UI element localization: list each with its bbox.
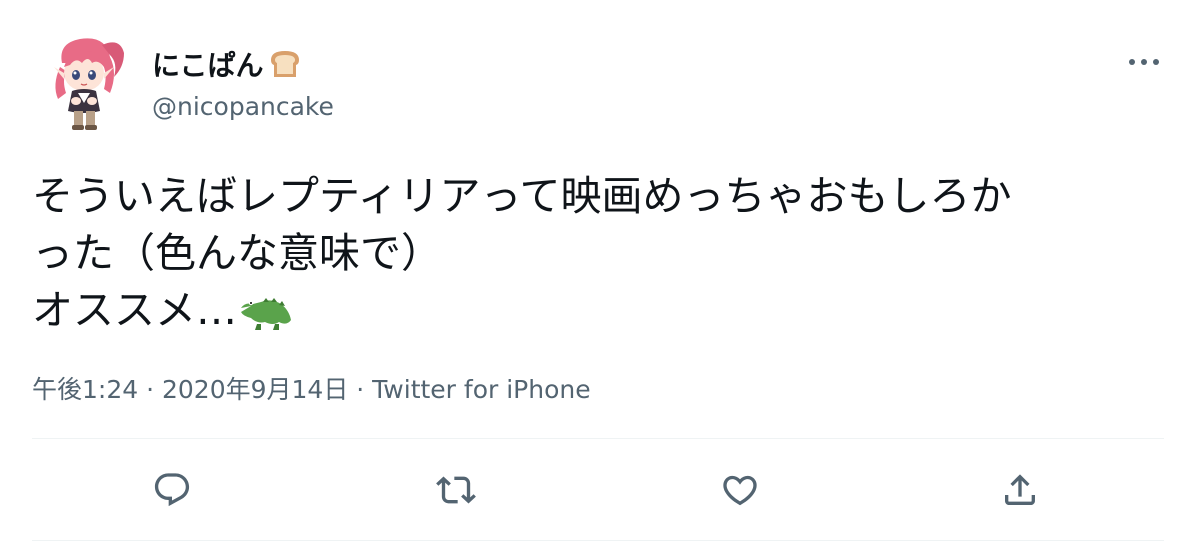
share-icon [1005,474,1035,505]
tweet-text-line: オススメ… [32,286,237,334]
display-name: にこぱん [152,49,264,82]
tweet-date[interactable]: 2020年9月14日 [162,375,348,404]
display-name-link[interactable]: にこぱん [152,44,334,84]
tweet-text-line: った（色んな意味で） [32,229,442,277]
divider [32,540,1164,541]
share-button[interactable] [998,468,1042,512]
like-button[interactable] [718,468,762,512]
tweet-meta: 午後1:24 · 2020年9月14日 · Twitter for iPhone [32,370,591,406]
reply-icon [154,473,190,507]
tweet-text: そういえばレプティリアって映画めっちゃおもしろか った（色んな意味で） オススメ… [32,168,1172,339]
more-options-button[interactable] [1124,50,1164,74]
tweet-time[interactable]: 午後1:24 [32,375,138,404]
handle[interactable]: @nicopancake [152,92,334,121]
tweet-text-line-last: オススメ… [32,282,1172,339]
divider [32,438,1164,439]
reply-button[interactable] [150,468,194,512]
tweet-source[interactable]: Twitter for iPhone [372,375,590,404]
author-block: にこぱん @nicopancake [152,44,334,121]
tweet-text-line: そういえばレプティリアって映画めっちゃおもしろか [32,172,1012,220]
retweet-icon [436,476,476,504]
crocodile-icon [237,288,295,330]
anime-girl-avatar-icon [54,38,124,130]
avatar[interactable] [40,33,130,133]
tweet-card: にこぱん @nicopancake そういえばレプティリアって映画めっちゃおもし… [0,0,1198,544]
like-icon [723,475,757,506]
meta-separator: · [138,375,162,404]
meta-separator: · [348,375,373,404]
more-icon [1129,59,1159,65]
retweet-button[interactable] [434,468,478,512]
bread-icon [267,48,303,80]
